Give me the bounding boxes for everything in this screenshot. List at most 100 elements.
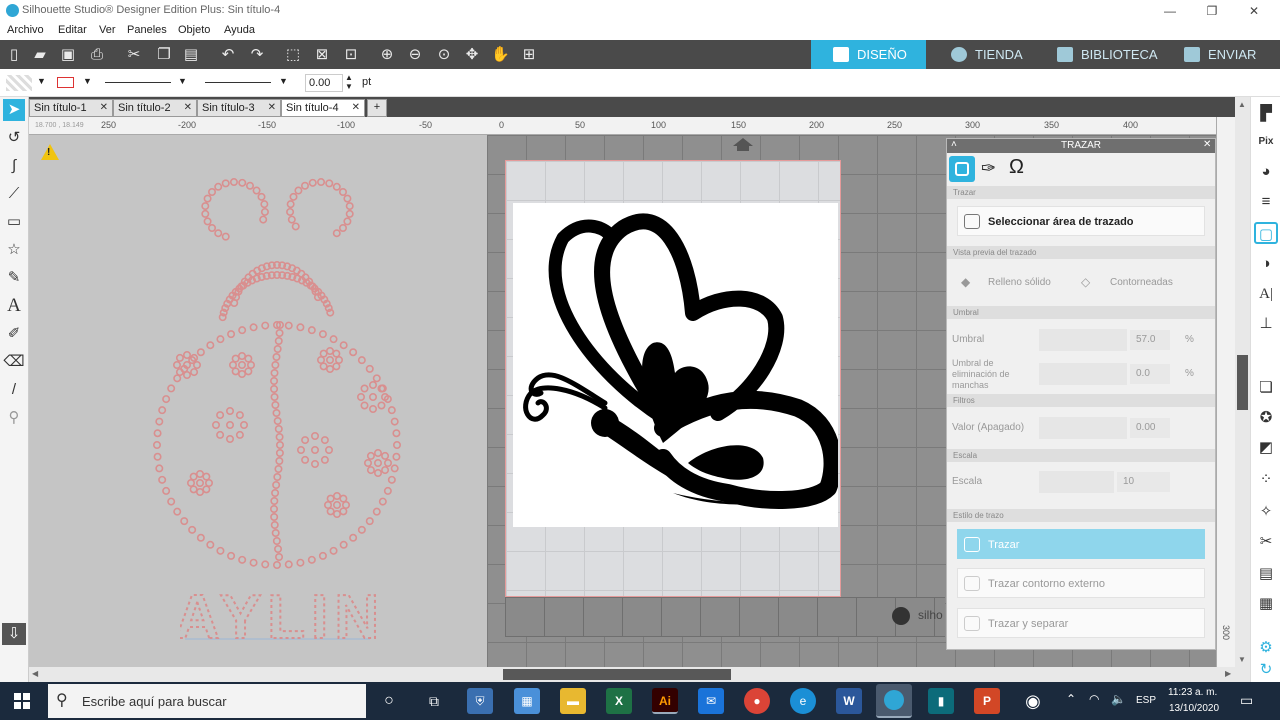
vertical-scroll-thumb[interactable] [1237, 355, 1248, 410]
zoom-out-icon[interactable]: ⊖ [406, 46, 424, 64]
paste-icon[interactable]: ▤ [182, 46, 200, 64]
threshold-value[interactable]: 57.0 [1130, 330, 1170, 350]
rhinestone-design[interactable] [140, 165, 415, 645]
line-width-input[interactable]: 0.00 [305, 74, 343, 92]
cut-icon[interactable]: ✂ [125, 46, 143, 64]
scroll-right-icon[interactable]: ▶ [1225, 669, 1231, 678]
spot-threshold-slider[interactable] [1039, 363, 1127, 385]
rhinestone-name-text[interactable]: AYLIN [180, 580, 380, 644]
star-tool-icon[interactable]: ☆ [3, 239, 25, 261]
text-style-icon[interactable]: A| [1254, 283, 1278, 305]
close-tab-icon[interactable]: ✕ [352, 102, 360, 113]
panel-close-icon[interactable]: ✕ [1203, 139, 1211, 150]
notifications-icon[interactable]: ▭ [1240, 692, 1253, 709]
language-indicator[interactable]: ESP [1136, 695, 1156, 706]
filter-slider[interactable] [1039, 417, 1127, 439]
pan-hand-icon[interactable]: ✋ [491, 46, 510, 64]
menu-paneles[interactable]: Paneles [127, 24, 167, 36]
pencil-tool-icon[interactable]: ✎ [3, 267, 25, 289]
mail-icon[interactable]: ✉ [698, 688, 724, 714]
menu-archivo[interactable]: Archivo [7, 24, 44, 36]
trace-outer-edge-button[interactable]: Trazar contorno externo [957, 568, 1205, 598]
line-style-preview[interactable] [105, 82, 171, 83]
tab-sin-titulo-2[interactable]: Sin título-2 ✕ [113, 99, 197, 117]
close-tab-icon[interactable]: ✕ [100, 102, 108, 113]
threshold-slider[interactable] [1039, 329, 1127, 351]
layers-icon[interactable]: ▦ [1254, 593, 1278, 615]
line-style-dropdown-icon[interactable]: ▼ [178, 76, 187, 86]
offset-star-icon[interactable]: ✪ [1254, 407, 1278, 429]
scale-value[interactable]: 10 [1117, 472, 1170, 492]
rectangle-tool-icon[interactable]: ▭ [3, 211, 25, 233]
menu-ayuda[interactable]: Ayuda [224, 24, 255, 36]
scroll-left-icon[interactable]: ◀ [32, 669, 38, 678]
eyedropper-icon[interactable]: ✑ [981, 158, 996, 179]
taskbar-time[interactable]: 11:23 a. m. [1168, 687, 1217, 698]
close-button[interactable]: ✕ [1234, 2, 1274, 20]
outlined-option[interactable]: Contorneadas [1110, 277, 1173, 288]
replicate-icon[interactable]: ❏ [1254, 377, 1278, 399]
zoom-in-icon[interactable]: ⊕ [378, 46, 396, 64]
pixscan-icon[interactable]: Pix [1254, 131, 1278, 153]
knife-panel-icon[interactable]: ✂ [1254, 531, 1278, 553]
file-explorer-icon[interactable]: ▬ [560, 688, 586, 714]
defender-icon[interactable]: ⛨ [467, 688, 493, 714]
trace-and-detach-button[interactable]: Trazar y separar [957, 608, 1205, 638]
trace-button[interactable]: Trazar [957, 529, 1205, 559]
butterfly-image[interactable] [513, 203, 838, 527]
offset-icon[interactable]: ✧ [1254, 501, 1278, 523]
tray-chevron-icon[interactable]: ⌃ [1066, 692, 1076, 706]
nav-tab-enviar[interactable]: ENVIAR [1162, 40, 1272, 69]
redo-icon[interactable]: ↷ [248, 46, 266, 64]
select-all-icon[interactable]: ⊡ [342, 46, 360, 64]
fill-palette-icon[interactable]: ◕ [1254, 161, 1278, 183]
copy-icon[interactable]: ❐ [155, 46, 173, 64]
close-tab-icon[interactable]: ✕ [268, 102, 276, 113]
powerpoint-icon[interactable]: P [974, 688, 1000, 714]
menu-editar[interactable]: Editar [58, 24, 87, 36]
horizontal-scroll-thumb[interactable] [503, 669, 731, 680]
library-panel-icon[interactable]: ▤ [1254, 563, 1278, 585]
line-color-dropdown-icon[interactable]: ▼ [83, 76, 92, 86]
select-trace-area-button[interactable]: Seleccionar área de trazado [957, 206, 1205, 236]
transparency-icon[interactable]: ◑ [1254, 253, 1278, 275]
curve-tool-icon[interactable]: ∫ [3, 155, 25, 177]
spot-threshold-value[interactable]: 0.0 [1130, 364, 1170, 384]
word-icon[interactable]: W [836, 688, 862, 714]
print-icon[interactable]: ⎙ [88, 46, 106, 64]
chrome-icon[interactable]: ● [744, 688, 770, 714]
restore-button[interactable]: ❐ [1192, 2, 1232, 20]
scroll-down-icon[interactable]: ▼ [1238, 655, 1246, 664]
line-tool-icon[interactable]: ⟋ [3, 183, 25, 205]
nav-tab-tienda[interactable]: TIENDA [929, 40, 1029, 69]
explorer-app-icon[interactable]: ▦ [514, 688, 540, 714]
tab-sin-titulo-1[interactable]: Sin título-1 ✕ [29, 99, 113, 117]
trace-panel-icon[interactable]: ▢ [1254, 222, 1278, 244]
nav-tab-diseno[interactable]: DISEÑO [811, 40, 926, 69]
fit-page-icon[interactable]: ⊞ [520, 46, 538, 64]
trace-tab-icon[interactable] [949, 156, 975, 182]
page-setup-icon[interactable]: ▛ [1254, 103, 1278, 125]
task-view-icon[interactable]: ⧉ [421, 688, 447, 714]
line-width-stepper-icon[interactable]: ▲ ▼ [345, 73, 353, 91]
save-icon[interactable]: ▣ [59, 46, 77, 64]
ungroup-icon[interactable]: ⊠ [313, 46, 331, 64]
align-icon[interactable]: ⊥ [1254, 313, 1278, 335]
close-tab-icon[interactable]: ✕ [184, 102, 192, 113]
fill-tool-icon[interactable]: ✐ [3, 323, 25, 345]
tab-sin-titulo-3[interactable]: Sin título-3 ✕ [197, 99, 281, 117]
line-style-icon[interactable]: ≡ [1254, 191, 1278, 213]
volume-icon[interactable]: 🔈 [1111, 692, 1126, 706]
menu-ver[interactable]: Ver [99, 24, 116, 36]
minimize-button[interactable]: — [1150, 2, 1190, 20]
undo-icon[interactable]: ↶ [219, 46, 237, 64]
cortana-icon[interactable]: ○ [376, 688, 402, 714]
modify-icon[interactable]: ◩ [1254, 437, 1278, 459]
taskbar-search-box[interactable]: ⚲ Escribe aquí para buscar [48, 684, 366, 718]
excel-icon[interactable]: X [606, 688, 632, 714]
fill-dropdown-icon[interactable]: ▼ [37, 76, 46, 86]
new-file-icon[interactable]: ▯ [5, 46, 23, 64]
eraser-tool-icon[interactable]: ⌫ [3, 351, 25, 373]
line-join-preview[interactable] [205, 82, 271, 83]
magnet-icon[interactable]: Ω [1009, 156, 1024, 179]
